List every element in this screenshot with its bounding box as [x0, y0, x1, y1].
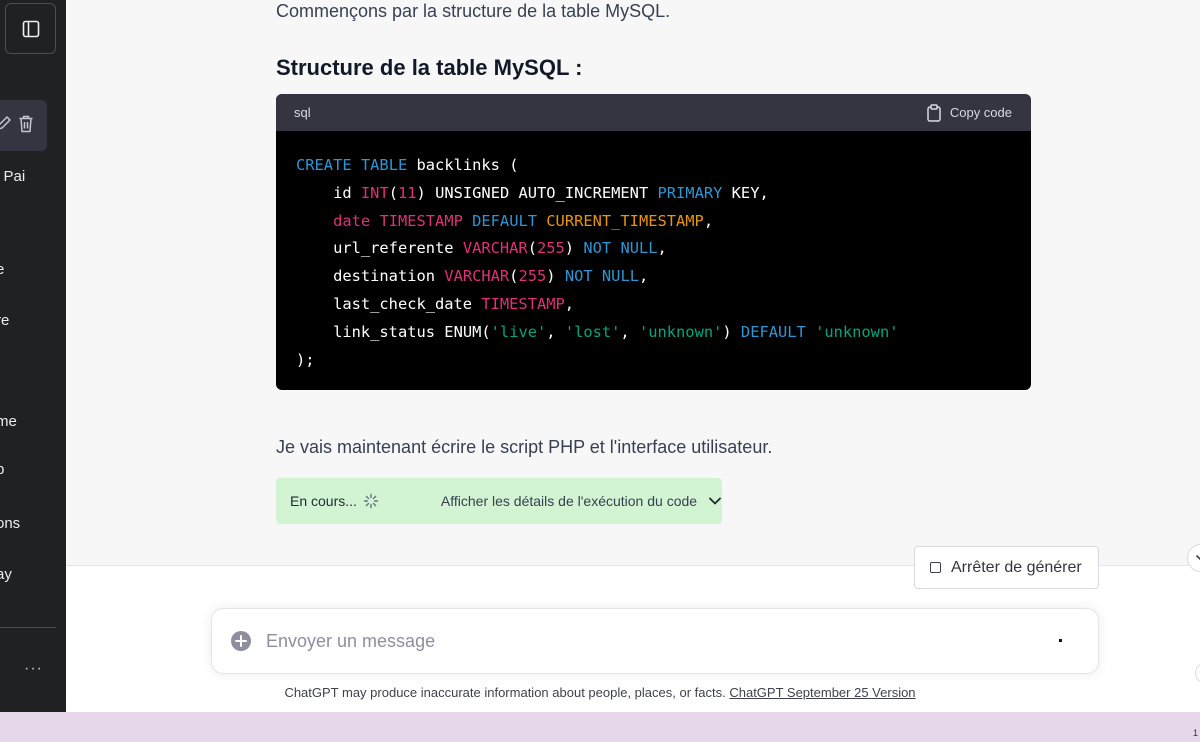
send-indicator-icon	[1059, 639, 1062, 642]
os-taskbar: 1	[0, 712, 1200, 742]
plus-circle-icon[interactable]	[230, 630, 252, 652]
message-composer	[211, 608, 1099, 674]
sidebar-item[interactable]: ay	[0, 566, 12, 583]
main-panel: Commençons par la structure de la table …	[66, 0, 1200, 712]
more-options-icon[interactable]: ···	[24, 660, 43, 678]
disclaimer-text: ChatGPT may produce inaccurate informati…	[284, 685, 726, 700]
code-execution-bar: En cours... Afficher les détails de l'ex…	[276, 478, 722, 524]
copy-code-label: Copy code	[949, 105, 1012, 120]
execution-running-indicator: En cours...	[290, 493, 379, 509]
execution-details-toggle[interactable]: Afficher les détails de l'exécution du c…	[441, 493, 721, 509]
sidebar-divider	[0, 627, 56, 628]
stop-generating-label: Arrêter de générer	[951, 558, 1082, 576]
sidebar-active-conversation[interactable]	[0, 100, 47, 151]
clipboard-icon	[927, 103, 941, 122]
code-content: CREATE TABLE backlinks ( id INT(11) UNSI…	[296, 156, 899, 369]
section-heading: Structure de la table MySQL :	[276, 55, 583, 80]
trash-icon[interactable]	[18, 114, 34, 134]
chevron-down-icon	[709, 497, 721, 505]
copy-code-button[interactable]: Copy code	[926, 103, 1012, 122]
sidebar-toggle-icon	[22, 20, 39, 37]
assistant-intro-text: Commençons par la structure de la table …	[276, 1, 671, 21]
chevron-down-icon	[1196, 554, 1200, 560]
footer-disclaimer: ChatGPT may produce inaccurate informati…	[0, 685, 1200, 700]
version-link[interactable]: ChatGPT September 25 Version	[729, 685, 915, 700]
code-language-label: sql	[294, 105, 311, 120]
edit-icon[interactable]	[0, 115, 12, 133]
sidebar-item[interactable]: ons	[0, 515, 20, 532]
sidebar: l Pai e re me p ons ay o ···	[0, 0, 66, 712]
taskbar-label: 1	[1192, 728, 1198, 738]
execution-running-label: En cours...	[290, 493, 357, 509]
sidebar-toggle-button[interactable]	[5, 3, 56, 54]
code-block-header: sql Copy code	[276, 94, 1031, 131]
sidebar-item[interactable]: re	[0, 312, 9, 329]
stop-icon	[930, 562, 941, 573]
sidebar-item[interactable]: p	[0, 461, 4, 478]
execution-details-label: Afficher les détails de l'exécution du c…	[440, 493, 698, 509]
spinner-icon	[363, 493, 379, 509]
code-block: sql Copy code CREATE TABLE backlinks ( i…	[276, 94, 1031, 390]
assistant-status-text: Je vais maintenant écrire le script PHP …	[276, 437, 773, 457]
sidebar-item[interactable]: l Pai	[0, 168, 25, 185]
sidebar-item[interactable]: me	[0, 413, 17, 430]
message-input[interactable]	[266, 630, 1026, 652]
sidebar-item[interactable]: e	[0, 261, 4, 278]
stop-generating-button[interactable]: Arrêter de générer	[914, 546, 1099, 589]
